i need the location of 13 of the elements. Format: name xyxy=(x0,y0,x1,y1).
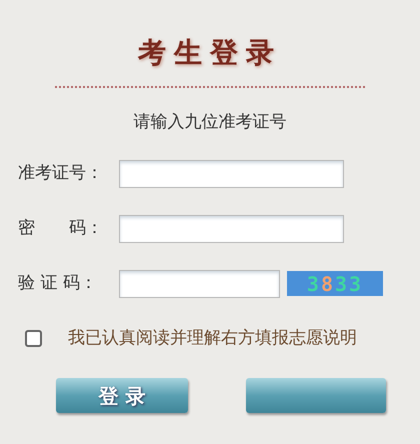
field-label: 验 证 码： xyxy=(18,272,98,295)
login-button[interactable]: 登 录 xyxy=(56,378,188,413)
exam-number-field[interactable] xyxy=(119,160,344,188)
captcha-image: 3833 xyxy=(287,271,383,296)
field-label: 密 码： xyxy=(18,216,104,240)
form-button[interactable] xyxy=(246,378,386,413)
captcha-field[interactable] xyxy=(119,270,280,298)
password-field[interactable] xyxy=(119,214,344,242)
login-title: 考生登录 xyxy=(138,35,282,71)
field-label: 准考证号： xyxy=(18,162,104,185)
login-hint: 请输入九位准考证号 xyxy=(134,111,286,134)
agreement-text: 我已认真阅读并理解右方填报志愿说明 xyxy=(68,326,357,350)
agreement-checkbox[interactable] xyxy=(25,330,42,347)
